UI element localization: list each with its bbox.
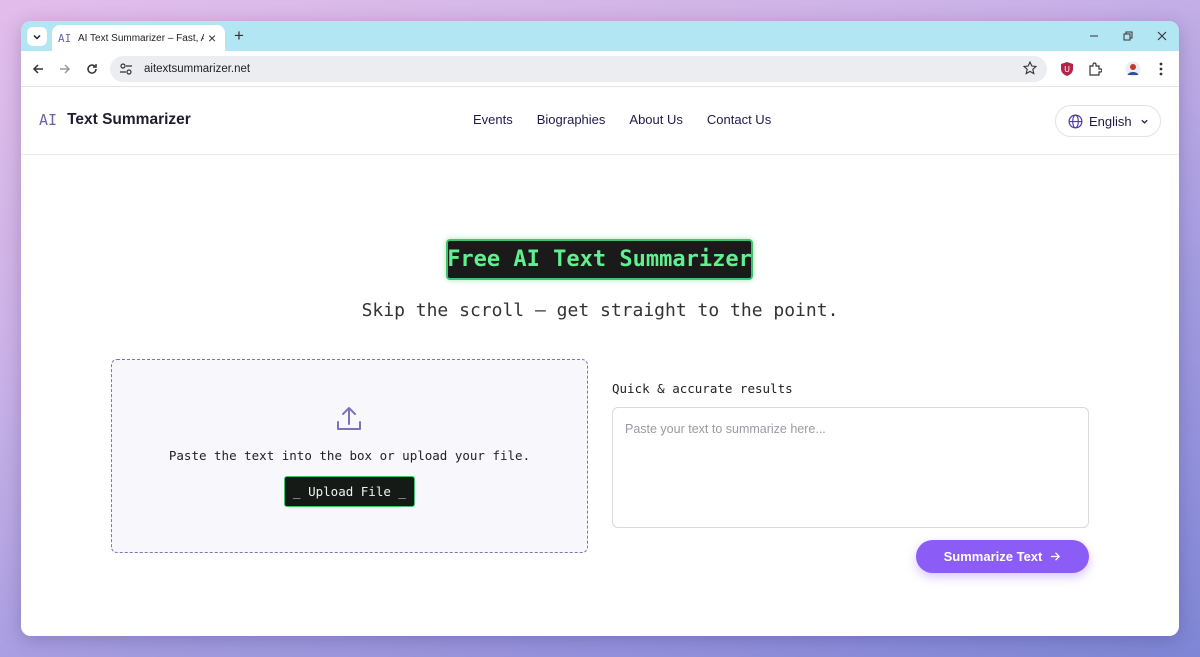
arrow-left-icon bbox=[32, 64, 43, 74]
tune-icon[interactable] bbox=[118, 61, 134, 77]
hero-title: Free AI Text Summarizer bbox=[446, 239, 753, 280]
active-tab[interactable]: AI AI Text Summarizer – Fast, Accu × bbox=[52, 25, 225, 51]
file-dropzone[interactable]: Paste the text into the box or upload yo… bbox=[111, 359, 588, 553]
arrow-right-icon bbox=[60, 64, 71, 74]
hero-subtitle: Skip the scroll — get straight to the po… bbox=[361, 300, 839, 321]
kebab-menu-icon[interactable] bbox=[1152, 60, 1170, 78]
globe-icon bbox=[1068, 114, 1083, 128]
browser-window: AI AI Text Summarizer – Fast, Accu × + bbox=[21, 21, 1179, 636]
language-label: English bbox=[1089, 113, 1132, 129]
browser-toolbar: aitextsummarizer.net U bbox=[21, 51, 1179, 87]
dropzone-instruction: Paste the text into the box or upload yo… bbox=[168, 448, 531, 463]
site-header: AI Text Summarizer Events Biographies Ab… bbox=[21, 87, 1179, 155]
url-text: aitextsummarizer.net bbox=[144, 63, 251, 75]
restore-icon bbox=[1123, 31, 1133, 41]
nav-contact-us[interactable]: Contact Us bbox=[707, 112, 771, 127]
nav-biographies[interactable]: Biographies bbox=[537, 112, 606, 127]
minimize-icon bbox=[1090, 35, 1098, 37]
shield-icon[interactable]: U bbox=[1058, 60, 1076, 78]
logo-text: Text Summarizer bbox=[67, 111, 191, 128]
chevron-down-icon bbox=[33, 34, 41, 40]
close-icon[interactable]: × bbox=[208, 31, 216, 45]
new-tab-button[interactable]: + bbox=[234, 26, 244, 46]
page-content: AI Text Summarizer Events Biographies Ab… bbox=[21, 87, 1179, 636]
text-input[interactable] bbox=[612, 407, 1089, 528]
puzzle-icon[interactable] bbox=[1086, 60, 1104, 78]
upload-file-button[interactable]: _ Upload File _ bbox=[284, 476, 415, 507]
upload-icon bbox=[337, 407, 361, 430]
tab-title: AI Text Summarizer – Fast, Accu bbox=[78, 32, 204, 44]
tab-search-button[interactable] bbox=[27, 27, 47, 46]
reload-icon bbox=[87, 64, 97, 74]
minimize-button[interactable] bbox=[1077, 21, 1111, 51]
site-logo[interactable]: AI Text Summarizer bbox=[39, 111, 191, 129]
language-selector[interactable]: English bbox=[1055, 105, 1161, 137]
tab-favicon: AI bbox=[58, 31, 72, 45]
close-window-button[interactable] bbox=[1145, 21, 1179, 51]
reload-button[interactable] bbox=[82, 59, 102, 79]
svg-text:U: U bbox=[1064, 65, 1070, 74]
plus-icon: + bbox=[234, 26, 244, 45]
window-controls bbox=[1077, 21, 1179, 51]
back-button[interactable] bbox=[28, 59, 48, 79]
restore-button[interactable] bbox=[1111, 21, 1145, 51]
summarize-button[interactable]: Summarize Text bbox=[916, 540, 1089, 573]
chevron-down-icon bbox=[1140, 119, 1148, 124]
address-bar[interactable]: aitextsummarizer.net bbox=[110, 56, 1047, 82]
nav-events[interactable]: Events bbox=[473, 112, 513, 127]
nav-about-us[interactable]: About Us bbox=[629, 112, 682, 127]
logo-mark: AI bbox=[39, 111, 58, 129]
star-icon[interactable] bbox=[1022, 60, 1038, 80]
avatar-icon[interactable] bbox=[1124, 60, 1142, 78]
forward-button[interactable] bbox=[55, 59, 75, 79]
tab-strip: AI AI Text Summarizer – Fast, Accu × + bbox=[21, 21, 1179, 51]
main-nav: Events Biographies About Us Contact Us bbox=[473, 112, 771, 127]
arrow-right-icon bbox=[1051, 552, 1061, 561]
results-label: Quick & accurate results bbox=[612, 381, 793, 396]
close-icon bbox=[1157, 31, 1167, 41]
summarize-button-label: Summarize Text bbox=[943, 549, 1043, 564]
